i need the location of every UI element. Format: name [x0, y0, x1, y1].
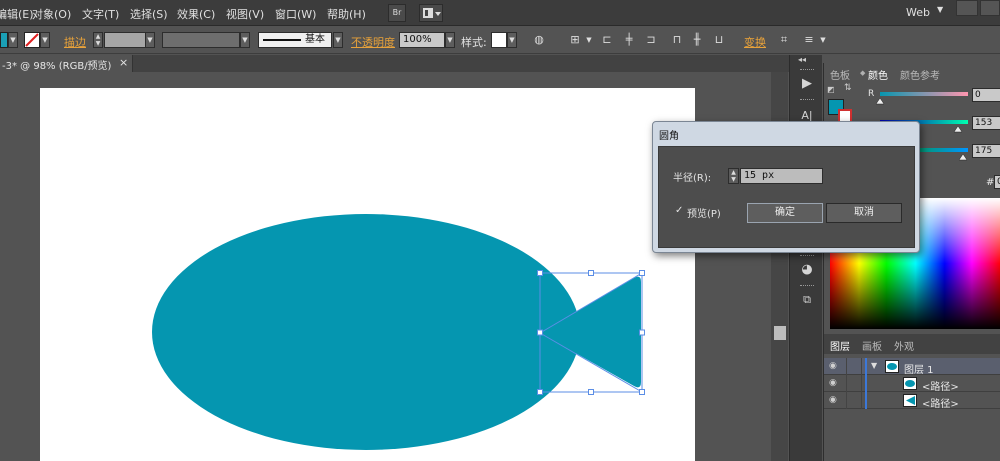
selection-handle[interactable]: [639, 389, 645, 395]
workspace-chevron-icon[interactable]: ▼: [937, 5, 943, 14]
layers-panel-tabs: 图层 画板 外观: [824, 334, 1000, 354]
tab-color[interactable]: 颜色: [868, 67, 888, 82]
strip-grip-2[interactable]: [800, 99, 814, 101]
radius-spin-icon[interactable]: ▲ ▼: [728, 168, 739, 184]
visibility-eye-icon[interactable]: ◉: [829, 395, 841, 406]
ok-button[interactable]: 确定: [747, 203, 823, 223]
lock-toggle[interactable]: [846, 392, 862, 409]
minimize-button[interactable]: [956, 0, 978, 16]
panel-menu-icon[interactable]: ≡: [802, 33, 816, 47]
tab-layers[interactable]: 图层: [830, 338, 850, 353]
selection-handle[interactable]: [639, 329, 645, 336]
radius-input[interactable]: 15 px: [740, 168, 823, 184]
selection-handle[interactable]: [639, 270, 645, 276]
layer-name[interactable]: 图层 1: [904, 361, 934, 376]
selection-handle[interactable]: [537, 329, 543, 336]
g-value-field[interactable]: 153: [972, 116, 1000, 130]
path-thumbnail: [903, 394, 917, 407]
tab-color-arrows-icon[interactable]: ◆: [860, 69, 865, 77]
selection-handle[interactable]: [537, 270, 543, 276]
symbols-panel-icon[interactable]: ◕: [798, 261, 816, 279]
strip-grip[interactable]: [800, 69, 814, 71]
maximize-button[interactable]: [980, 0, 1000, 16]
layer-color-bar: [865, 358, 867, 375]
r-value-field[interactable]: 0: [972, 88, 1000, 102]
r-channel-label: R: [868, 89, 875, 99]
strip-grip-3[interactable]: [800, 255, 814, 257]
path-name[interactable]: <路径>: [922, 378, 959, 393]
tab-swatches[interactable]: 色板: [830, 67, 850, 82]
panel-menu-dropdown-icon[interactable]: ▼: [816, 33, 830, 47]
path-row[interactable]: ◉ <路径>: [824, 392, 1000, 410]
visibility-eye-icon[interactable]: ◉: [829, 378, 841, 389]
selection-handle[interactable]: [588, 270, 594, 276]
layers-panel: 图层 画板 外观 ◉ ▼ 图层 1 ◉ <路径> ◉ <路径>: [823, 334, 1000, 461]
path-row[interactable]: ◉ <路径>: [824, 375, 1000, 393]
disclosure-triangle-icon[interactable]: ▼: [871, 361, 877, 370]
layer-color-bar: [865, 375, 867, 392]
tab-appearance[interactable]: 外观: [894, 338, 914, 353]
cancel-button[interactable]: 取消: [826, 203, 902, 223]
actions-play-icon[interactable]: ▶: [798, 75, 816, 93]
workspace-switcher[interactable]: Web: [906, 6, 930, 19]
r-slider-thumb[interactable]: [876, 97, 885, 105]
selection-handle[interactable]: [588, 389, 594, 395]
panel-icon-strip: ◂◂ ▶ A| ◕ ⧉: [789, 55, 822, 461]
layer-thumbnail: [885, 360, 899, 373]
strip-grip-4[interactable]: [800, 285, 814, 287]
tab-color-guide[interactable]: 颜色参考: [900, 67, 940, 82]
illustrator-window: 编辑(E) 对象(O) 文字(T) 选择(S) 效果(C) 视图(V) 窗口(W…: [0, 0, 1000, 461]
layer-color-bar: [865, 392, 867, 409]
pathfinder-panel-icon[interactable]: ⧉: [798, 291, 816, 309]
selection-handle[interactable]: [537, 389, 543, 395]
visibility-eye-icon[interactable]: ◉: [829, 361, 841, 372]
layer-row[interactable]: ◉ ▼ 图层 1: [824, 358, 1000, 376]
b-value-field[interactable]: 175: [972, 144, 1000, 158]
hex-field[interactable]: 0: [994, 175, 1000, 189]
g-slider-thumb[interactable]: [953, 125, 963, 133]
lock-toggle[interactable]: [846, 375, 862, 392]
preview-checkbox[interactable]: ✓: [675, 205, 683, 216]
fish-body-ellipse[interactable]: [152, 214, 580, 450]
isolate-object-icon[interactable]: ⌗: [777, 33, 791, 47]
path-name[interactable]: <路径>: [922, 395, 959, 410]
lock-toggle[interactable]: [846, 358, 862, 375]
dialog-body: 半径(R): ▲ ▼ 15 px ✓ 预览(P) 确定 取消: [658, 146, 915, 248]
b-slider-thumb[interactable]: [958, 153, 968, 161]
collapse-panels-icon[interactable]: ◂◂: [798, 55, 806, 64]
scrollbar-thumb[interactable]: [774, 326, 786, 340]
round-corners-dialog: 圆角 半径(R): ▲ ▼ 15 px ✓ 预览(P) 确定 取消: [652, 121, 920, 253]
radius-label: 半径(R):: [673, 173, 712, 184]
path-thumbnail: [903, 377, 917, 390]
preview-label[interactable]: 预览(P): [687, 205, 721, 220]
tab-artboards[interactable]: 画板: [862, 338, 882, 353]
dialog-title: 圆角: [659, 131, 679, 142]
